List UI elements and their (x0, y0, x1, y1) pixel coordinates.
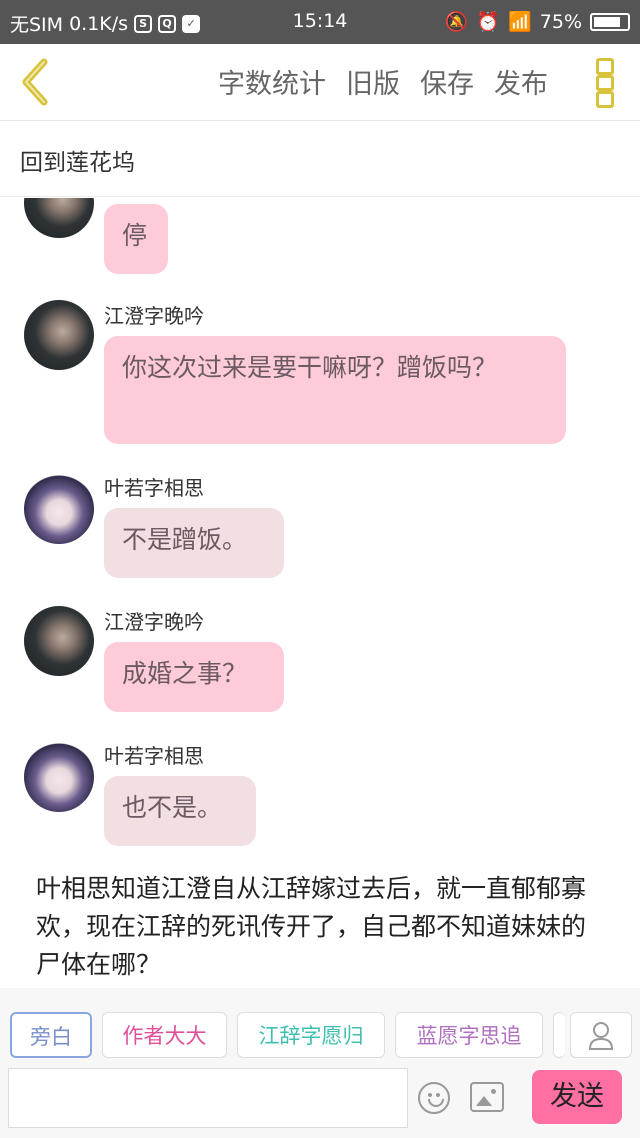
mute-icon: 🔕 (444, 11, 469, 33)
add-role-button[interactable] (570, 1012, 632, 1058)
battery-percent: 75% (539, 10, 582, 33)
avatar[interactable] (24, 198, 94, 238)
message-bubble[interactable]: 停 (104, 204, 168, 274)
role-label: 旁白 (30, 1025, 72, 1049)
chapter-title-bar[interactable]: 回到莲花坞 (0, 121, 640, 197)
avatar[interactable] (24, 474, 94, 544)
old-version-button[interactable]: 旧版 (346, 62, 400, 101)
alarm-icon: ⏰ (476, 11, 501, 33)
composer: 旁白 作者大大 江辞字愿归 蓝愿字思追 发送 (0, 988, 640, 1138)
avatar[interactable] (24, 606, 94, 676)
wifi-icon: 📶 (508, 11, 532, 33)
publish-button[interactable]: 发布 (494, 62, 548, 101)
message-bubble[interactable]: 不是蹭饭。 (104, 508, 284, 578)
chat-list[interactable]: 停 江澄字晚吟 你这次过来是要干嘛呀？蹭饭吗？ 叶若字相思 不是蹭饭。 江澄字晚… (0, 198, 640, 988)
chapter-title: 回到莲花坞 (20, 150, 135, 176)
avatar[interactable] (24, 300, 94, 370)
message-bubble[interactable]: 也不是。 (104, 776, 256, 846)
role-narrator[interactable]: 旁白 (10, 1012, 92, 1058)
role-lanyuan[interactable]: 蓝愿字思追 (395, 1012, 543, 1058)
role-label: 蓝愿字思追 (416, 1024, 522, 1048)
person-icon (588, 1022, 614, 1050)
narration-text[interactable]: 叶相思知道江澄自从江辞嫁过去后，就一直郁郁寡欢，现在江辞的死讯传开了，自己都不知… (36, 870, 606, 984)
clock: 15:14 (292, 10, 348, 32)
message-input[interactable] (8, 1068, 408, 1128)
role-selector: 旁白 作者大大 江辞字愿归 蓝愿字思追 (0, 1012, 640, 1062)
message-bubble[interactable]: 成婚之事？ (104, 642, 284, 712)
role-jiangci[interactable]: 江辞字愿归 (237, 1012, 385, 1058)
speaker-name: 叶若字相思 (104, 476, 204, 500)
role-label: 江辞字愿归 (258, 1024, 364, 1048)
save-button[interactable]: 保存 (420, 62, 474, 101)
more-menu-icon[interactable] (596, 58, 616, 109)
toolbar: 字数统计 旧版 保存 发布 (0, 44, 640, 121)
status-bar: 无SIM 0.1K/s S Q ✓ 15:14 🔕 ⏰ 📶 75% (0, 0, 640, 44)
send-button[interactable]: 发送 (532, 1070, 622, 1124)
back-icon[interactable] (14, 56, 58, 108)
battery-icon (590, 12, 630, 31)
speaker-name: 叶若字相思 (104, 744, 204, 768)
role-more[interactable] (553, 1012, 565, 1058)
emoji-icon[interactable] (418, 1082, 450, 1114)
message-bubble[interactable]: 你这次过来是要干嘛呀？蹭饭吗？ (104, 336, 566, 444)
role-label: 作者大大 (122, 1024, 207, 1048)
role-author[interactable]: 作者大大 (102, 1012, 227, 1058)
word-count-button[interactable]: 字数统计 (218, 62, 326, 101)
avatar[interactable] (24, 742, 94, 812)
image-icon[interactable] (470, 1082, 504, 1112)
speaker-name: 江澄字晚吟 (104, 304, 204, 328)
speaker-name: 江澄字晚吟 (104, 610, 204, 634)
